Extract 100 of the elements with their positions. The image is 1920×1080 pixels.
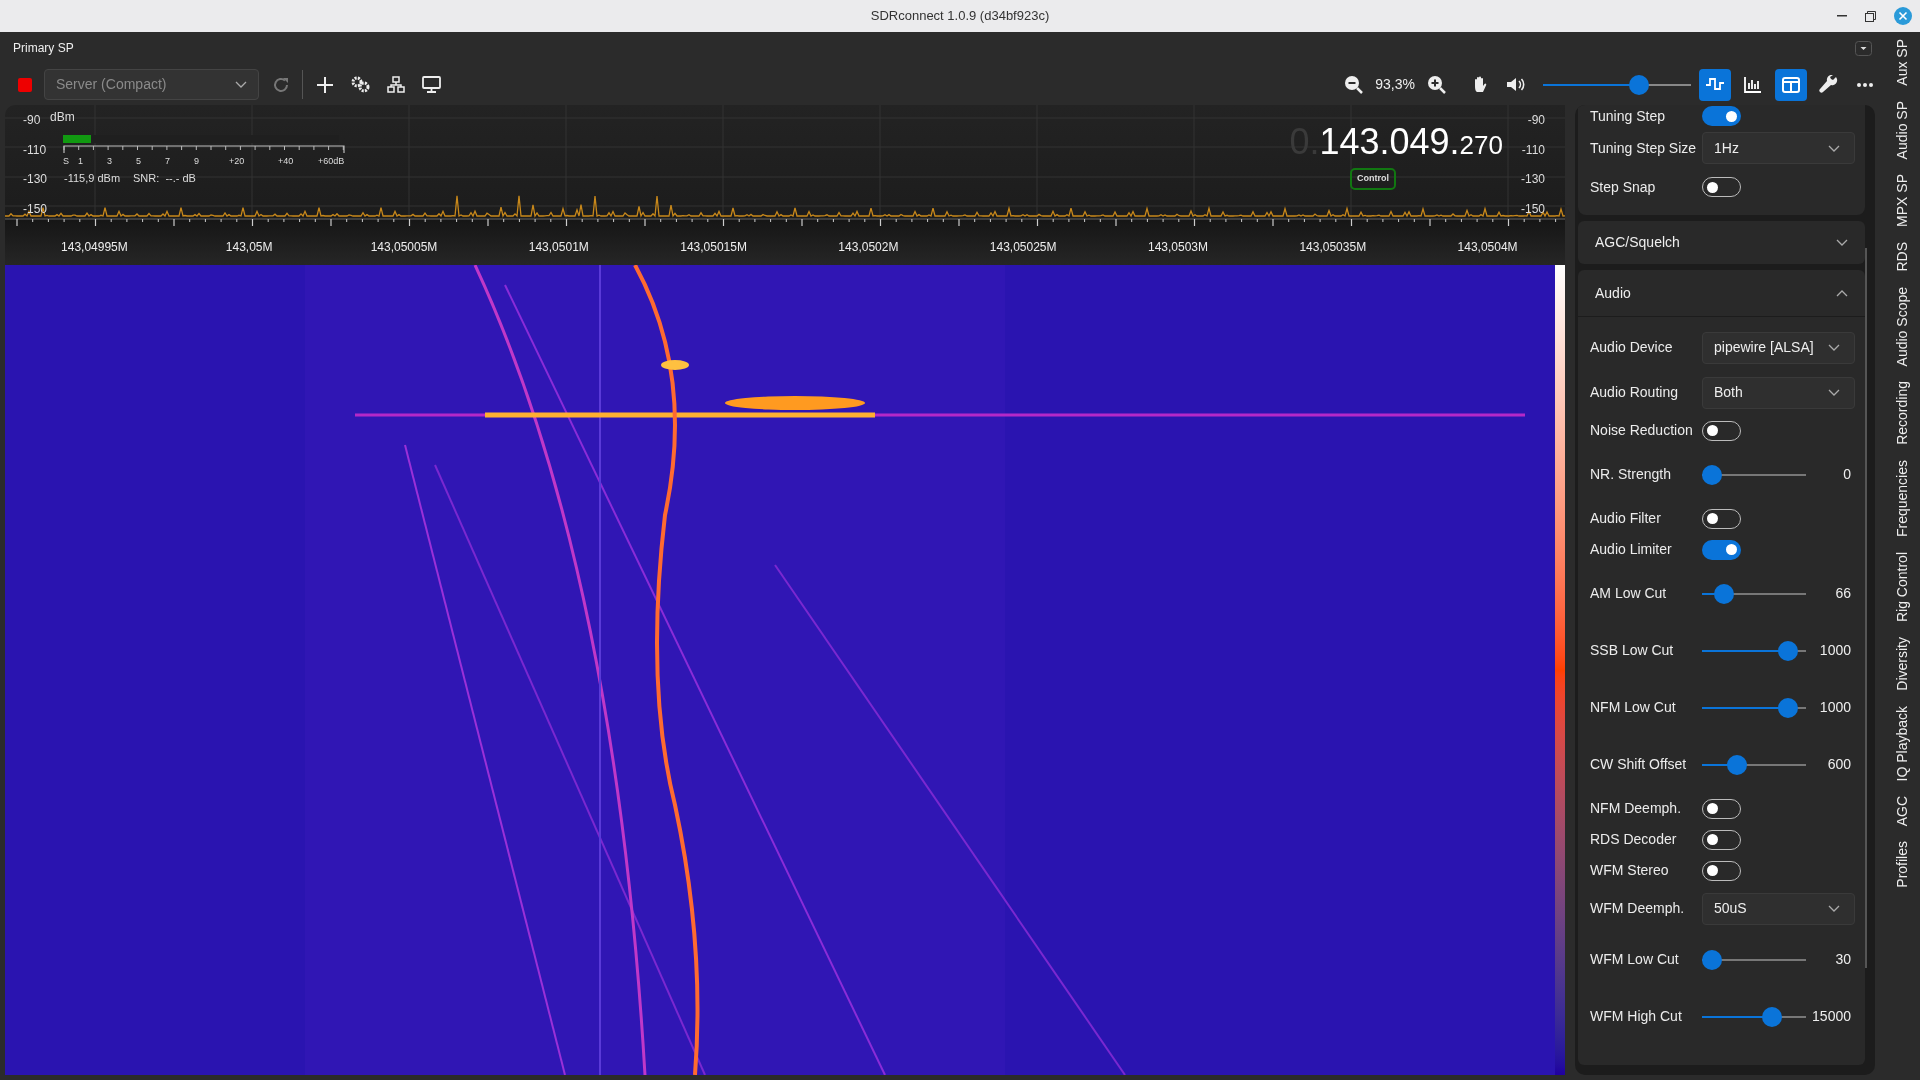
frequency-label: 143,05M — [225, 239, 273, 256]
s-meter-label: 5 — [136, 155, 141, 168]
frequency-label: 143,04995M — [61, 239, 128, 256]
db-scale-label: -150 — [1520, 200, 1545, 218]
slider[interactable] — [1702, 640, 1806, 661]
zoom-in-icon[interactable] — [1427, 75, 1446, 94]
setting-label: NFM Low Cut — [1590, 698, 1677, 717]
side-tab[interactable]: Aux SP — [1892, 39, 1913, 86]
scrollbar-thumb[interactable] — [1865, 248, 1867, 968]
chevron-down-icon[interactable] — [1828, 144, 1840, 152]
monitor-icon[interactable] — [422, 76, 441, 93]
frequency-label: 143,05015M — [680, 239, 747, 256]
frequency-label: 143,0501M — [528, 239, 589, 256]
zoom-out-icon[interactable] — [1344, 75, 1364, 94]
toggle-switch[interactable] — [1702, 106, 1741, 126]
hand-icon[interactable] — [1472, 75, 1488, 94]
slider-thumb[interactable] — [1777, 697, 1798, 718]
slider-value: 1000 — [1819, 698, 1851, 717]
setting-label: WFM High Cut — [1590, 1007, 1683, 1026]
chevron-down-icon[interactable] — [1828, 905, 1840, 912]
side-tab[interactable]: RDS — [1892, 242, 1913, 272]
split-layout-toggle[interactable] — [1775, 68, 1807, 101]
zoom-level: 93,3% — [1375, 75, 1415, 94]
network-icon[interactable] — [387, 76, 405, 93]
side-tab[interactable]: Diversity — [1892, 636, 1913, 691]
slider-thumb[interactable] — [1702, 464, 1722, 485]
setting-label: Noise Reduction — [1590, 421, 1694, 440]
volume-slider[interactable] — [1543, 74, 1691, 95]
waveform-toggle[interactable] — [1699, 68, 1731, 101]
setting-label: CW Shift Offset — [1590, 755, 1688, 774]
speaker-icon[interactable] — [1506, 76, 1526, 93]
db-scale-label: -90 — [1527, 112, 1545, 129]
dropdown[interactable]: 1Hz — [1702, 132, 1855, 164]
restore-icon[interactable] — [1865, 10, 1876, 22]
slider[interactable] — [1702, 464, 1806, 485]
wrench-icon[interactable] — [1819, 75, 1838, 94]
section-title: AGC/Squelch — [1595, 233, 1680, 252]
chevron-down-icon[interactable] — [1836, 239, 1848, 246]
slider-value: 15000 — [1812, 1007, 1851, 1026]
dropdown[interactable]: Both — [1702, 376, 1855, 409]
chevron-up-icon[interactable] — [1836, 289, 1848, 297]
add-icon[interactable] — [316, 75, 334, 94]
chevron-down-icon[interactable] — [1828, 344, 1840, 351]
side-tab[interactable]: Audio Scope — [1892, 286, 1913, 366]
side-tab[interactable]: AGC — [1892, 796, 1913, 827]
stop-icon[interactable] — [18, 77, 32, 92]
side-tab[interactable]: Audio SP — [1892, 100, 1913, 160]
section-header[interactable]: AGC/Squelch — [1578, 221, 1865, 264]
slider-thumb[interactable] — [1713, 583, 1734, 604]
slider-thumb[interactable] — [1777, 640, 1798, 661]
side-tab[interactable]: Recording — [1892, 380, 1913, 445]
side-tab[interactable]: Profiles — [1892, 841, 1913, 889]
slider-thumb[interactable] — [1702, 949, 1722, 970]
slider[interactable] — [1702, 1006, 1806, 1027]
setting-label: SSB Low Cut — [1590, 641, 1675, 660]
s-meter-label: 1 — [78, 155, 83, 168]
s-meter-label: 9 — [194, 155, 199, 168]
frequency-label: 143,0503M — [1147, 239, 1208, 256]
slider-value: 0 — [1843, 465, 1851, 484]
slider-value: 1000 — [1819, 641, 1851, 660]
setting-label: Audio Routing — [1590, 383, 1679, 402]
settings-icon[interactable] — [351, 76, 370, 93]
db-scale-label: -130 — [23, 171, 48, 188]
chevron-down-icon[interactable] — [235, 81, 247, 88]
s-meter-label: +60dB — [318, 155, 345, 168]
slider-value: 600 — [1827, 755, 1851, 774]
s-meter-label: 7 — [165, 155, 170, 168]
side-tab[interactable]: IQ Playback — [1892, 705, 1913, 781]
close-icon[interactable] — [1894, 7, 1912, 25]
frequency-label: 143,0502M — [838, 239, 899, 256]
slider-value: 66 — [1835, 584, 1851, 603]
setting-label: WFM Stereo — [1590, 861, 1670, 880]
slider[interactable] — [1702, 949, 1806, 970]
s-meter-label: +40 — [278, 155, 294, 168]
side-tab[interactable]: Frequencies — [1892, 459, 1913, 537]
control-badge: Control — [1350, 168, 1396, 190]
slider[interactable] — [1702, 697, 1806, 718]
snr-reading: SNR: --.- dB — [133, 171, 196, 186]
minimize-icon[interactable] — [1837, 15, 1847, 17]
side-tab[interactable]: Rig Control — [1892, 551, 1913, 622]
chevron-down-icon[interactable] — [1828, 389, 1840, 396]
frequency-label: 143,0504M — [1457, 239, 1518, 256]
slider[interactable] — [1702, 754, 1806, 775]
slider-thumb[interactable] — [1629, 74, 1650, 95]
slider-value: 30 — [1835, 950, 1851, 969]
frequency-display: 143.049. — [1319, 120, 1460, 164]
more-icon[interactable] — [1857, 82, 1873, 87]
db-scale-label: -130 — [1520, 171, 1545, 188]
refresh-icon[interactable] — [272, 75, 290, 94]
slider[interactable] — [1702, 583, 1806, 604]
slider-thumb[interactable] — [1761, 1006, 1782, 1027]
dropdown-icon[interactable] — [1855, 40, 1872, 56]
db-scale-label: -110 — [23, 141, 47, 159]
toggle-switch[interactable] — [1702, 539, 1741, 560]
side-tab[interactable]: MPX SP — [1892, 174, 1913, 227]
dropdown[interactable]: 50uS — [1702, 892, 1855, 925]
slider-thumb[interactable] — [1727, 754, 1748, 775]
setting-label: NFM Deemph. — [1590, 799, 1683, 818]
setting-label: RDS Decoder — [1590, 830, 1678, 849]
dropdown[interactable]: pipewire [ALSA] — [1702, 331, 1855, 364]
